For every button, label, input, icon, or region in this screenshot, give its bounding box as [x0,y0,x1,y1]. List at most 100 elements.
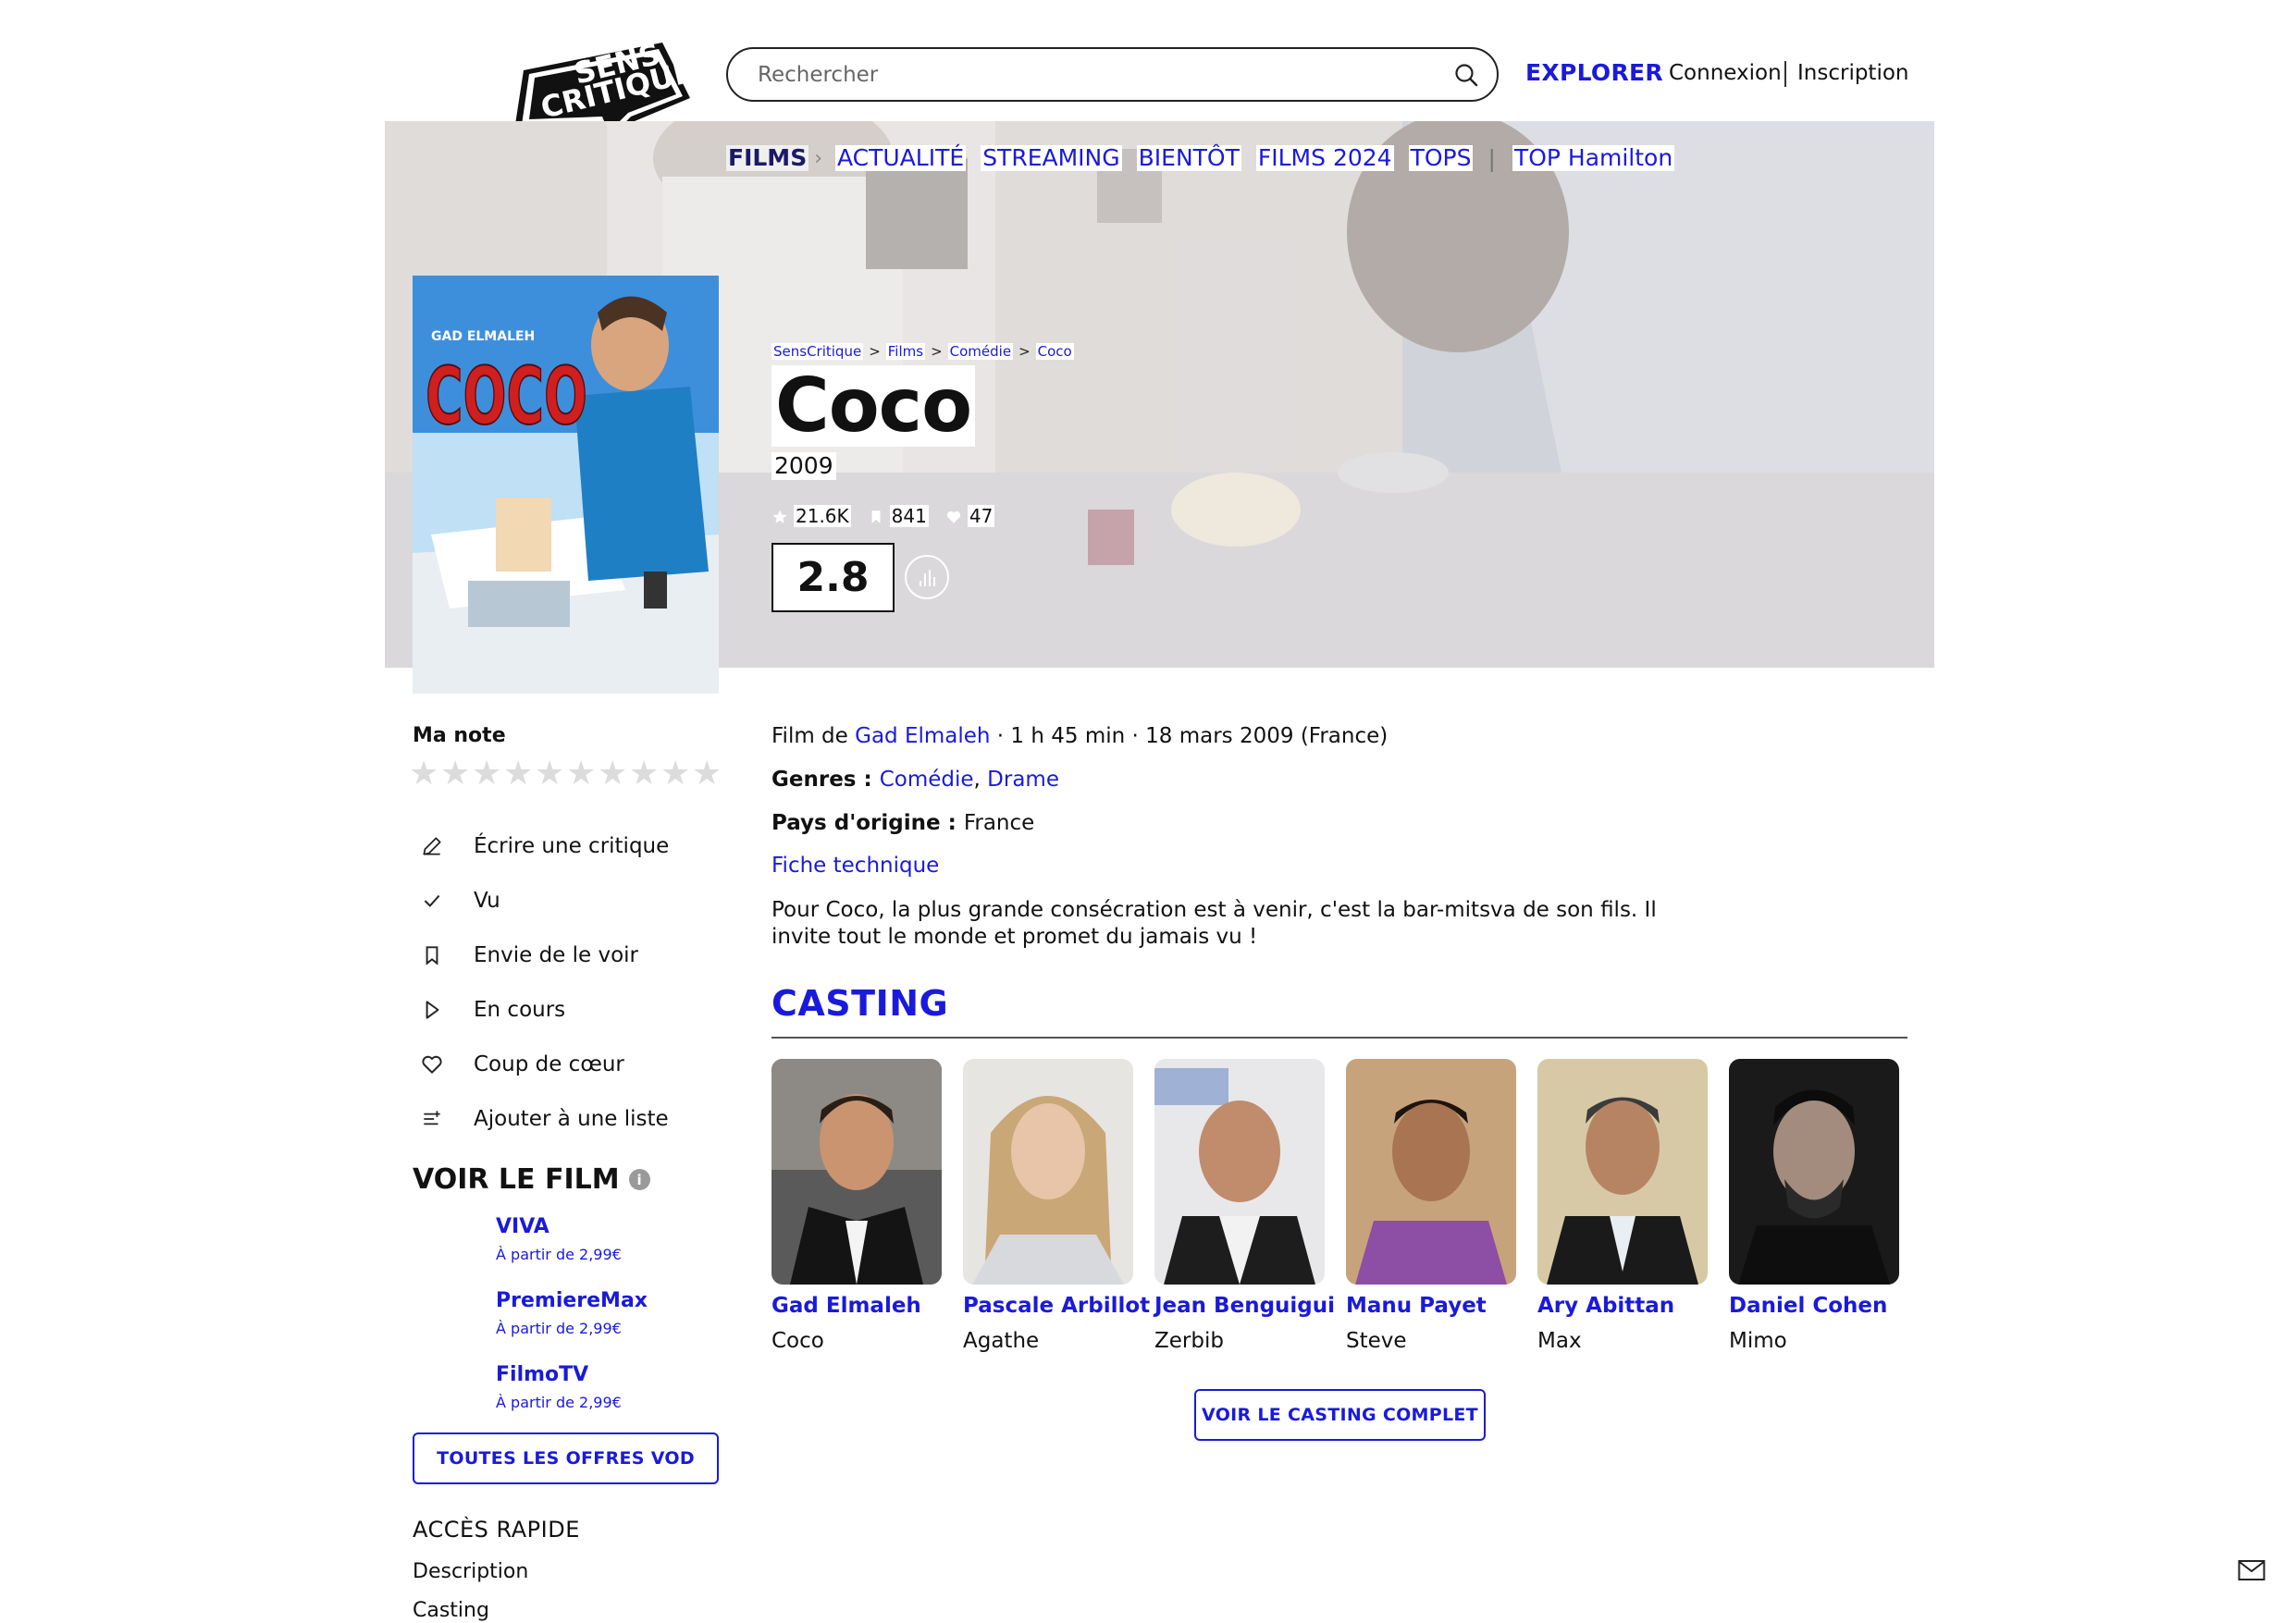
chevron-right-icon: › [814,146,823,170]
login-link[interactable]: Connexion [1669,61,1782,85]
bookmark-icon [418,941,446,969]
average-score: 2.8 [772,543,895,612]
country-line: Pays d'origine : France [772,811,1035,835]
pencil-icon [418,832,446,860]
genre-comedie-link[interactable]: Comédie [880,768,974,792]
auth-separator [1784,61,1786,87]
search-input[interactable] [758,58,1405,92]
cast-member[interactable]: Pascale Arbillot Agathe [963,1059,1150,1353]
signup-link[interactable]: Inscription [1797,61,1909,85]
quick-access-title: ACCÈS RAPIDE [413,1517,580,1543]
ratings-count: 21.6K [772,505,851,527]
watch-title: VOIR LE FILM i [413,1163,650,1196]
action-favorite[interactable]: Coup de cœur [418,1037,669,1091]
film-info-line: Film de Gad Elmaleh · 1 h 45 min · 18 ma… [772,724,1389,748]
quick-access-list: Description Casting [413,1560,528,1623]
casting-divider [772,1037,1907,1039]
breadcrumb-separator: > [931,343,943,360]
explorer-link[interactable]: EXPLORER [1525,59,1663,86]
vod-offers: VIVA À partir de 2,99€ PremiereMax À par… [496,1215,648,1437]
nav-bientot[interactable]: BIENTÔT [1136,145,1241,171]
nav-streaming[interactable]: STREAMING [981,145,1122,171]
breadcrumb-separator: > [1018,343,1031,360]
actor-photo[interactable] [1346,1059,1516,1285]
quick-link-casting[interactable]: Casting [413,1599,528,1623]
breadcrumb-senscritique[interactable]: SensCritique [772,343,864,360]
breadcrumb-films[interactable]: Films [885,343,926,360]
cast-member[interactable]: Jean Benguigui Zerbib [1154,1059,1335,1353]
offer-viva[interactable]: VIVA À partir de 2,99€ [496,1215,648,1289]
movie-stats: 21.6K 841 47 [772,505,1011,527]
synopsis: Pour Coco, la plus grande consécration e… [772,898,1657,949]
casting-title: CASTING [772,983,949,1024]
rating-star-icon[interactable]: ★ [440,757,472,791]
info-icon[interactable]: i [628,1169,650,1190]
rating-distribution-button[interactable] [905,555,949,599]
offer-filmotv[interactable]: FilmoTV À partir de 2,99€ [496,1363,648,1437]
main-nav: FILMS › ACTUALITÉ STREAMING BIENTÔT FILM… [726,144,1689,172]
heart-icon [945,508,962,524]
rating-star-icon[interactable]: ★ [503,757,535,791]
star-icon [772,508,788,524]
favorites-count: 47 [945,505,995,527]
actor-photo[interactable] [1154,1059,1325,1285]
offer-premieremax[interactable]: PremiereMax À partir de 2,99€ [496,1289,648,1363]
breadcrumb-separator: > [869,343,881,360]
bookmark-icon [868,508,884,524]
director-link[interactable]: Gad Elmaleh [855,724,990,748]
poster-title: COCO [426,350,587,443]
action-add-to-list[interactable]: Ajouter à une liste [418,1091,669,1146]
actor-photo[interactable] [1729,1059,1899,1285]
rating-star-icon[interactable]: ★ [629,757,660,791]
action-wishlist[interactable]: Envie de le voir [418,928,669,982]
cast-member[interactable]: Daniel Cohen Mimo [1729,1059,1899,1353]
breadcrumb: SensCritique > Films > Comédie > Coco [772,343,1074,360]
movie-title: Coco [772,365,976,447]
nav-films[interactable]: FILMS [726,145,809,171]
list-add-icon [418,1105,446,1133]
action-seen[interactable]: Vu [418,873,669,928]
nav-separator: | [1487,144,1496,172]
nav-films-2024[interactable]: FILMS 2024 [1255,145,1394,171]
all-vod-offers-button[interactable]: TOUTES LES OFFRES VOD [413,1432,719,1484]
my-rating-stars: ★ ★ ★ ★ ★ ★ ★ ★ ★ ★ [409,757,723,791]
play-icon [418,996,446,1024]
actor-photo[interactable] [963,1059,1133,1285]
cast-member[interactable]: Gad Elmaleh Coco [772,1059,942,1353]
action-list: Écrire une critique Vu Envie de le voir … [418,818,669,1146]
genres-line: Genres : Comédie, Drame [772,768,1059,792]
nav-actualite[interactable]: ACTUALITÉ [835,145,967,171]
actor-photo[interactable] [1537,1059,1708,1285]
rating-star-icon[interactable]: ★ [535,757,566,791]
wishlist-count: 841 [868,505,929,527]
rating-star-icon[interactable]: ★ [566,757,598,791]
search-bar[interactable] [726,47,1499,102]
action-write-review[interactable]: Écrire une critique [418,818,669,873]
check-icon [418,887,446,915]
rating-star-icon[interactable]: ★ [598,757,629,791]
movie-poster[interactable]: GAD ELMALEH COCO [413,276,719,694]
action-in-progress[interactable]: En cours [418,982,669,1037]
rating-star-icon[interactable]: ★ [409,757,440,791]
technical-sheet-link[interactable]: Fiche technique [772,854,939,878]
cast-member[interactable]: Ary Abittan Max [1537,1059,1708,1353]
breadcrumb-coco[interactable]: Coco [1035,343,1074,360]
genre-drame-link[interactable]: Drame [987,768,1059,792]
nav-top-hamilton[interactable]: TOP Hamilton [1512,145,1675,171]
my-rating-label: Ma note [413,724,506,747]
poster-actor: GAD ELMALEH [431,329,535,344]
cast-member[interactable]: Manu Payet Steve [1346,1059,1516,1353]
movie-year: 2009 [772,452,836,480]
mail-icon[interactable] [2238,1559,2265,1581]
breadcrumb-comedie[interactable]: Comédie [947,343,1014,360]
nav-tops[interactable]: TOPS [1408,145,1474,171]
search-icon[interactable] [1452,61,1480,89]
heart-icon [418,1051,446,1078]
rating-star-icon[interactable]: ★ [472,757,503,791]
rating-star-icon[interactable]: ★ [692,757,723,791]
bar-chart-icon [920,570,935,586]
quick-link-description[interactable]: Description [413,1560,528,1599]
rating-star-icon[interactable]: ★ [660,757,692,791]
actor-photo[interactable] [772,1059,942,1285]
full-casting-button[interactable]: VOIR LE CASTING COMPLET [1194,1389,1486,1441]
